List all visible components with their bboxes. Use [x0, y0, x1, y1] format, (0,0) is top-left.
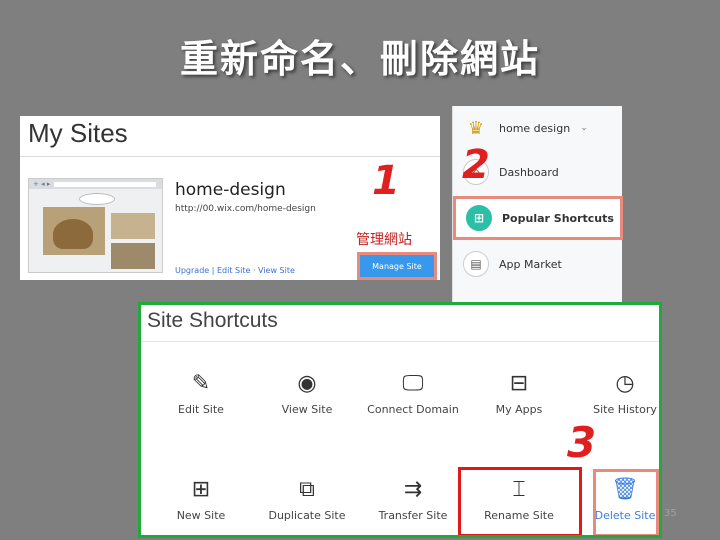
slide-title: 重新命名、刪除網站 — [179, 37, 540, 81]
view-site-link[interactable]: View Site — [258, 266, 295, 275]
www-monitor-icon: 🖵 — [402, 371, 424, 396]
step-1-marker: 1 — [372, 158, 400, 204]
step-3-marker: 3 — [567, 418, 597, 467]
crown-icon: ♛ — [467, 117, 485, 139]
monitor-plus-icon: ⊞ — [191, 477, 211, 502]
thumbnail-image — [111, 243, 155, 269]
briefcase-icon: ⊟ — [509, 371, 529, 396]
transfer-monitor-icon: ⇉ — [403, 477, 423, 502]
shortcut-label: Connect Domain — [367, 403, 459, 416]
site-name: home-design — [175, 180, 286, 200]
shortcut-view-site[interactable]: ◉ View Site — [257, 369, 357, 429]
menu-item-popular-shortcuts[interactable]: ⊞ Popular Shortcuts — [453, 196, 623, 240]
thumbnail-image — [43, 207, 105, 255]
site-thumbnail[interactable]: + ◂ ▸ — [28, 178, 163, 273]
page-number: 35 — [664, 508, 677, 519]
shortcut-label: Site History — [593, 403, 657, 416]
store-icon: ▤ — [463, 251, 489, 277]
shortcut-label: New Site — [176, 509, 226, 522]
site-logo — [79, 193, 115, 205]
pencil-icon: ✎ — [191, 371, 211, 396]
manage-site-caption: 管理網站 — [356, 232, 412, 248]
divider — [141, 341, 659, 342]
shortcut-connect-domain[interactable]: 🖵 Connect Domain — [363, 369, 463, 429]
shortcut-my-apps[interactable]: ⊟ My Apps — [469, 369, 569, 429]
duplicate-monitor-icon: ⧉ — [299, 477, 315, 502]
shortcut-label: Duplicate Site — [268, 509, 346, 522]
manage-site-button[interactable]: Manage Site — [357, 252, 437, 280]
step-2-marker: 2 — [462, 142, 490, 188]
chevron-down-icon: ⌄ — [580, 123, 588, 133]
menu-item-label: Popular Shortcuts — [502, 211, 614, 225]
shortcut-label: My Apps — [495, 403, 543, 416]
grid-icon: ⊞ — [466, 205, 492, 231]
menu-item-app-market[interactable]: ▤ App Market — [453, 242, 623, 286]
shortcut-duplicate-site[interactable]: ⧉ Duplicate Site — [257, 475, 357, 535]
clock-icon: ◷ — [615, 371, 635, 396]
rename-highlight-box — [458, 467, 582, 535]
my-sites-heading: My Sites — [28, 118, 128, 148]
dashboard-side-menu: ♛ home design ⌄ ⌂ Dashboard ⊞ Popular Sh… — [452, 106, 623, 302]
shortcut-label: View Site — [281, 403, 333, 416]
site-url[interactable]: http://00.wix.com/home-design — [175, 204, 316, 214]
menu-item-label: Dashboard — [499, 165, 559, 179]
shortcut-label: Edit Site — [178, 403, 224, 416]
menu-item-label: App Market — [499, 257, 562, 271]
shortcut-new-site[interactable]: ⊞ New Site — [151, 475, 251, 535]
delete-highlight-box — [593, 469, 659, 535]
site-shortcuts-heading: Site Shortcuts — [147, 309, 278, 332]
divider — [20, 156, 440, 157]
site-selector-label: home design — [499, 121, 571, 135]
shortcut-transfer-site[interactable]: ⇉ Transfer Site — [363, 475, 463, 535]
browser-bar: + ◂ ▸ — [29, 179, 162, 189]
edit-site-link[interactable]: Edit Site — [217, 266, 250, 275]
shortcut-edit-site[interactable]: ✎ Edit Site — [151, 369, 251, 429]
shortcut-label: Transfer Site — [378, 509, 448, 522]
eye-icon: ◉ — [297, 371, 317, 396]
thumbnail-image — [111, 213, 155, 239]
upgrade-link[interactable]: Upgrade — [175, 266, 209, 275]
site-links: Upgrade | Edit Site · View Site — [175, 266, 295, 275]
